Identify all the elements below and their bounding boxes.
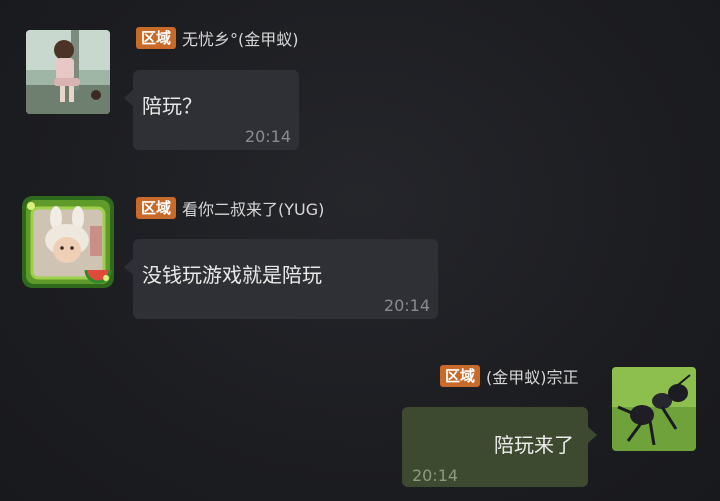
sender-line: 区域 (金甲蚁)宗正 <box>440 364 579 388</box>
sender-line: 区域 无忧乡°(金甲蚁) <box>136 26 299 50</box>
message-bubble[interactable]: 陪玩？ 20:14 <box>124 70 299 150</box>
avatar[interactable] <box>22 196 114 288</box>
message-time: 20:14 <box>412 466 459 485</box>
region-badge: 区域 <box>136 27 177 49</box>
message-text: 陪玩？ <box>142 94 202 118</box>
message-bubble[interactable]: 陪玩来了 20:14 <box>402 407 597 487</box>
message-text: 没钱玩游戏就是陪玩 <box>142 263 322 287</box>
sender-name[interactable]: 看你二叔来了(YUG) <box>182 196 324 220</box>
message-bubble[interactable]: 没钱玩游戏就是陪玩 20:14 <box>124 239 438 319</box>
child-bunny-hat-avatar-icon <box>22 196 114 288</box>
girl-sitting-avatar-icon <box>26 30 110 114</box>
sender-name[interactable]: 无忧乡°(金甲蚁) <box>182 26 299 50</box>
black-ant-avatar-icon <box>612 367 696 451</box>
sender-name[interactable]: (金甲蚁)宗正 <box>486 364 579 388</box>
chat-area: 区域 无忧乡°(金甲蚁) 陪玩？ 20:14 区域 看你二叔来了(YUG) 没钱… <box>0 0 720 501</box>
message-text: 陪玩来了 <box>494 433 574 457</box>
region-badge: 区域 <box>440 365 481 387</box>
message-time: 20:14 <box>383 296 430 315</box>
avatar[interactable] <box>612 367 696 451</box>
avatar[interactable] <box>26 30 110 114</box>
region-badge: 区域 <box>136 197 177 219</box>
message-time: 20:14 <box>244 127 291 146</box>
sender-line: 区域 看你二叔来了(YUG) <box>136 196 324 220</box>
